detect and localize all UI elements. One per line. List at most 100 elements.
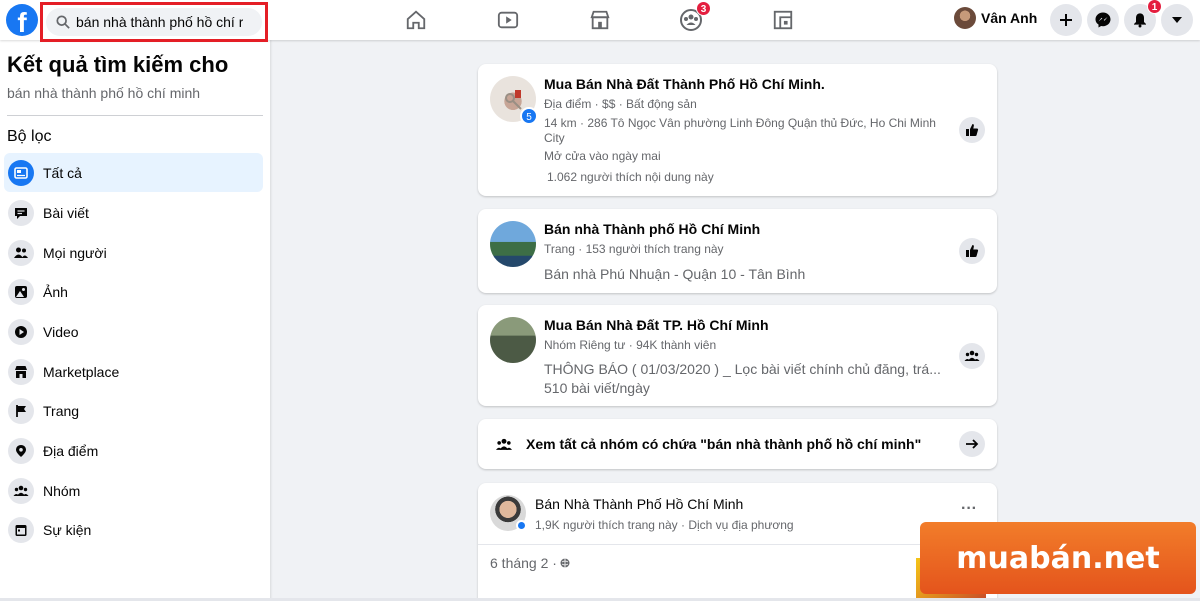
- post-date: 6 tháng 2 ·: [490, 555, 570, 571]
- place-address-line-2: City: [544, 131, 565, 145]
- top-navigation-bar: f bán nhà thành phố hồ chí r 3 Vân Anh 1: [0, 0, 1200, 42]
- group-title[interactable]: Mua Bán Nhà Đất TP. Hồ Chí Minh: [544, 317, 769, 333]
- nav-marketplace-tab[interactable]: [586, 6, 614, 34]
- page-title[interactable]: Bán nhà Thành phố Hồ Chí Minh: [544, 221, 760, 237]
- result-card-place[interactable]: 5 Mua Bán Nhà Đất Thành Phố Hồ Chí Minh.…: [478, 64, 997, 196]
- groups-badge: 3: [696, 1, 711, 16]
- facebook-logo[interactable]: f: [6, 4, 38, 36]
- sidebar-item-label: Video: [43, 323, 79, 340]
- sidebar-item-label: Mọi người: [43, 244, 107, 261]
- see-all-groups-label: Xem tất cả nhóm có chứa "bán nhà thành p…: [526, 436, 922, 452]
- sidebar-item-label: Nhóm: [43, 482, 81, 499]
- group-meta: Nhóm Riêng tư · 94K thành viên: [544, 338, 717, 352]
- see-all-arrow-button[interactable]: [959, 431, 985, 457]
- search-icon: [56, 15, 70, 29]
- thumbs-up-icon: [966, 124, 979, 136]
- post-author[interactable]: Bán Nhà Thành Phố Hồ Chí Minh: [535, 496, 743, 512]
- verified-dot: [516, 520, 527, 531]
- calendar-icon: [8, 516, 34, 543]
- sidebar-item-groups[interactable]: Nhóm: [4, 471, 263, 510]
- sidebar-item-places[interactable]: Địa điểm: [4, 431, 263, 470]
- location-pin-icon: [8, 437, 34, 464]
- plus-icon: [1060, 14, 1072, 26]
- groups-icon: [8, 477, 34, 504]
- thumbs-up-icon: [966, 245, 979, 257]
- place-title[interactable]: Mua Bán Nhà Đất Thành Phố Hồ Chí Minh.: [544, 76, 825, 92]
- nav-watch-tab[interactable]: [494, 6, 522, 34]
- account-menu-button[interactable]: [1161, 4, 1193, 36]
- sidebar-item-label: Tất cả: [43, 164, 82, 181]
- sidebar-item-all[interactable]: Tất cả: [4, 153, 263, 192]
- nav-gaming-tab[interactable]: [769, 6, 797, 34]
- group-avatar: [490, 317, 536, 363]
- marketplace-icon: [8, 358, 34, 385]
- group-posts-per-day: 510 bài viết/ngày: [544, 380, 650, 396]
- like-page-button[interactable]: [959, 238, 985, 264]
- result-card-group[interactable]: Mua Bán Nhà Đất TP. Hồ Chí Minh Nhóm Riê…: [478, 305, 997, 406]
- create-button[interactable]: [1050, 4, 1082, 36]
- nav-home-tab[interactable]: [402, 6, 430, 34]
- group-icon: [964, 350, 980, 361]
- sidebar-item-pages[interactable]: Trang: [4, 391, 263, 430]
- video-icon: [8, 318, 34, 345]
- sidebar-item-marketplace[interactable]: Marketplace: [4, 352, 263, 391]
- store-icon: [590, 10, 610, 30]
- globe-icon: [560, 558, 570, 568]
- sidebar-item-events[interactable]: Sự kiện: [4, 510, 263, 549]
- sidebar-item-video[interactable]: Video: [4, 312, 263, 351]
- place-hours: Mở cửa vào ngày mai: [544, 149, 661, 163]
- notifications-button[interactable]: 1: [1124, 0, 1162, 36]
- post-meta: 1,9K người thích trang này · Dịch vụ địa…: [535, 518, 794, 532]
- sidebar-item-label: Ảnh: [43, 283, 68, 300]
- messenger-button[interactable]: [1087, 4, 1119, 36]
- posts-icon: [8, 199, 34, 226]
- home-icon: [406, 10, 426, 30]
- group-description: THÔNG BÁO ( 01/03/2020 ) _ Lọc bài viết …: [544, 361, 941, 377]
- post-date-text: 6 tháng 2 ·: [490, 555, 557, 571]
- all-results-icon: [8, 159, 34, 186]
- sidebar-item-label: Marketplace: [43, 363, 120, 380]
- flag-icon: [8, 397, 34, 424]
- caret-down-icon: [1172, 17, 1182, 23]
- user-avatar: [954, 7, 976, 29]
- page-meta: Trang · 153 người thích trang này: [544, 242, 724, 256]
- place-likes: 1.062 người thích nội dung này: [547, 170, 714, 184]
- place-address-line-1: 14 km · 286 Tô Ngọc Vân phường Linh Đông…: [544, 116, 936, 130]
- group-icon: [495, 438, 513, 450]
- profile-link[interactable]: Vân Anh: [954, 7, 1037, 29]
- sidebar-item-people[interactable]: Mọi người: [4, 233, 263, 272]
- sidebar-item-posts[interactable]: Bài viết: [4, 193, 263, 232]
- sidebar-title: Kết quả tìm kiếm cho: [7, 52, 229, 77]
- search-input[interactable]: bán nhà thành phố hồ chí r: [46, 8, 262, 36]
- filter-heading: Bộ lọc: [7, 128, 52, 145]
- sidebar-divider: [7, 115, 263, 116]
- page-avatar: [490, 221, 536, 267]
- messenger-icon: [1095, 12, 1111, 28]
- notifications-badge: 1: [1147, 0, 1162, 14]
- more-options-button[interactable]: ···: [961, 500, 977, 518]
- result-card-page[interactable]: Bán nhà Thành phố Hồ Chí Minh Trang · 15…: [478, 209, 997, 293]
- video-play-icon: [497, 11, 519, 29]
- place-avatar-badge: 5: [520, 107, 538, 125]
- muaban-watermark-logo: muabán.net: [920, 522, 1196, 594]
- gaming-icon: [773, 10, 793, 30]
- like-page-button[interactable]: [959, 117, 985, 143]
- sidebar-item-label: Sự kiện: [43, 521, 92, 538]
- bell-icon: [1134, 13, 1146, 28]
- search-query-text: bán nhà thành phố hồ chí minh: [7, 85, 201, 101]
- join-group-button[interactable]: [959, 343, 985, 369]
- sidebar-item-photos[interactable]: Ảnh: [4, 272, 263, 311]
- search-highlight-frame: bán nhà thành phố hồ chí r: [40, 2, 268, 42]
- arrow-right-icon: [966, 439, 979, 449]
- people-icon: [8, 239, 34, 266]
- sidebar-item-label: Bài viết: [43, 204, 89, 221]
- place-category: Địa điểm · $$ · Bất động sản: [544, 97, 697, 111]
- nav-groups-tab[interactable]: 3: [677, 1, 711, 34]
- see-all-groups-button[interactable]: Xem tất cả nhóm có chứa "bán nhà thành p…: [478, 419, 997, 469]
- photos-icon: [8, 278, 34, 305]
- search-filters-sidebar: Kết quả tìm kiếm cho bán nhà thành phố h…: [0, 40, 270, 601]
- search-input-value: bán nhà thành phố hồ chí r: [76, 14, 244, 30]
- user-name: Vân Anh: [981, 10, 1038, 26]
- sidebar-item-label: Địa điểm: [43, 442, 99, 459]
- sidebar-item-label: Trang: [43, 402, 80, 419]
